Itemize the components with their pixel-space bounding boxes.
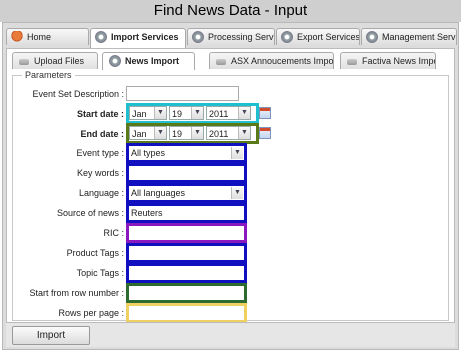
tab-label: Home — [27, 32, 52, 42]
tab-label: News Import — [125, 56, 180, 66]
event-set-description-input[interactable] — [126, 86, 239, 101]
gear-icon — [366, 30, 378, 43]
language-label: Language : — [78, 188, 124, 198]
home-icon — [11, 30, 23, 43]
parameters-legend: Parameters — [22, 70, 75, 80]
gear-icon — [109, 54, 121, 67]
tab-label: Upload Files — [34, 56, 85, 66]
ric-input[interactable] — [126, 223, 247, 243]
import-button[interactable]: Import — [12, 326, 90, 345]
event-type-select[interactable]: All types ▼ — [126, 143, 247, 163]
end-day-value: 19 — [172, 129, 183, 139]
gear-icon — [281, 30, 293, 43]
event-type-label: Event type : — [76, 148, 124, 158]
end-day-select[interactable]: 19 ▼ — [169, 126, 204, 140]
end-date-label: End date : — [80, 129, 124, 139]
language-value: All languages — [131, 188, 186, 198]
event-type-value: All types — [131, 148, 166, 158]
tab-upload-files[interactable]: Upload Files — [12, 52, 98, 69]
start-day-select[interactable]: 19 ▼ — [169, 106, 204, 120]
tab-label: Processing Servi — [208, 32, 275, 42]
key-words-input[interactable] — [126, 163, 247, 183]
start-date-calendar-icon[interactable] — [259, 107, 271, 119]
tab-label: Factiva News Import — [362, 56, 436, 66]
start-from-row-input[interactable] — [126, 283, 247, 303]
end-year-value: 2011 — [209, 129, 229, 139]
product-tags-label: Product Tags : — [66, 248, 124, 258]
tab-label: ASX Annoucements Import — [231, 56, 334, 66]
end-month-value: Jan — [132, 129, 147, 139]
rows-per-page-input[interactable] — [126, 303, 247, 323]
source-of-news-input[interactable]: Reuters — [126, 203, 247, 223]
chevron-down-icon: ▼ — [154, 107, 166, 119]
tab-arrow-icon — [347, 58, 357, 65]
window-title: Find News Data - Input — [0, 0, 461, 22]
tab-arrow-icon — [19, 58, 29, 65]
chevron-down-icon: ▼ — [191, 127, 203, 139]
tab-factiva-news-import[interactable]: Factiva News Import — [340, 52, 436, 69]
ric-label: RIC : — [103, 228, 124, 238]
topic-tags-label: Topic Tags : — [76, 268, 124, 278]
event-set-description-label: Event Set Description : — [32, 89, 124, 99]
end-date-calendar-icon[interactable] — [259, 127, 271, 139]
tab-arrow-icon — [216, 58, 226, 65]
chevron-down-icon: ▼ — [191, 107, 203, 119]
source-of-news-value: Reuters — [131, 208, 163, 218]
start-month-value: Jan — [132, 109, 147, 119]
gear-icon — [95, 30, 107, 43]
start-from-row-label: Start from row number : — [29, 288, 124, 298]
chevron-down-icon: ▼ — [231, 187, 243, 199]
tab-home[interactable]: Home — [6, 28, 89, 45]
start-year-select[interactable]: 2011 ▼ — [206, 106, 251, 120]
start-year-value: 2011 — [209, 109, 229, 119]
chevron-down-icon: ▼ — [238, 107, 250, 119]
product-tags-input[interactable] — [126, 243, 247, 263]
end-month-select[interactable]: Jan ▼ — [129, 126, 167, 140]
start-date-label: Start date : — [76, 109, 124, 119]
tab-label: Management Servi — [382, 32, 457, 42]
tab-news-import[interactable]: News Import — [102, 52, 195, 70]
tab-management-services[interactable]: Management Servi — [361, 28, 457, 45]
chevron-down-icon: ▼ — [231, 147, 243, 159]
topic-tags-input[interactable] — [126, 263, 247, 283]
top-tab-bar: Home Import Services Processing Servi Ex… — [6, 28, 457, 48]
tab-export-services[interactable]: Export Services — [276, 28, 360, 45]
key-words-label: Key words : — [76, 168, 124, 178]
gear-icon — [192, 30, 204, 43]
tab-import-services[interactable]: Import Services — [90, 28, 186, 48]
chevron-down-icon: ▼ — [238, 127, 250, 139]
source-of-news-label: Source of news : — [56, 208, 124, 218]
tab-asx-announcements-import[interactable]: ASX Annoucements Import — [209, 52, 334, 69]
rows-per-page-label: Rows per page : — [58, 308, 124, 318]
language-select[interactable]: All languages ▼ — [126, 183, 247, 203]
start-day-value: 19 — [172, 109, 183, 119]
chevron-down-icon: ▼ — [154, 127, 166, 139]
end-year-select[interactable]: 2011 ▼ — [206, 126, 251, 140]
start-month-select[interactable]: Jan ▼ — [129, 106, 167, 120]
tab-processing-services[interactable]: Processing Servi — [187, 28, 275, 45]
tab-label: Import Services — [111, 32, 179, 42]
tab-label: Export Services — [297, 32, 360, 42]
